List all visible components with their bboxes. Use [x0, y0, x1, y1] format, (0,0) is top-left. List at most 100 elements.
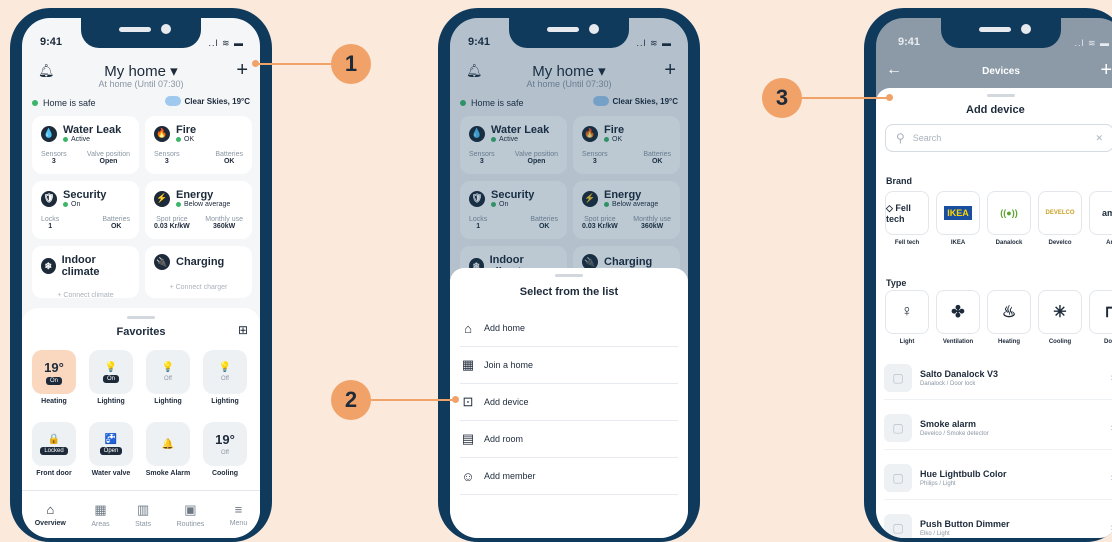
- menu-label: Add device: [484, 397, 529, 407]
- connect-link[interactable]: + Connect charger: [154, 284, 243, 291]
- brand-tile[interactable]: ((●)): [987, 191, 1031, 235]
- favorite-tile[interactable]: 💡 On: [89, 350, 133, 394]
- screen-overview: 9:41 ..l ≋ ▬ 🔔︎ My home ▾ At home (Until…: [22, 18, 260, 538]
- tile-value: 19°: [44, 359, 64, 375]
- card-status: OK: [176, 136, 196, 143]
- card-indoor-climate[interactable]: ❄ Indoor climate + Connect climate: [32, 246, 139, 299]
- menu-join-a-home[interactable]: ▦ Join a home: [460, 347, 678, 384]
- brand-label: IKEA: [950, 240, 966, 246]
- devices-plus-button[interactable]: +: [1100, 60, 1112, 80]
- device-name: Smoke alarm: [920, 418, 977, 429]
- brand-logo: ama: [1101, 208, 1112, 218]
- card-water-leak[interactable]: 💧 Water Leak Active Sensors 3 Valve position O…: [32, 116, 139, 174]
- tile-state: On: [102, 374, 119, 383]
- card-title: 🛡 Security On: [41, 189, 130, 208]
- search-input[interactable]: ⚲ Search ✕: [885, 124, 1112, 152]
- favorite-tile[interactable]: 🔒 Locked: [32, 422, 76, 466]
- favorite-tile[interactable]: 🚰 Open: [89, 422, 133, 466]
- menu-add-member[interactable]: ☺ Add member: [460, 458, 678, 495]
- type-tile[interactable]: ⊓: [1089, 290, 1112, 334]
- device-row[interactable]: ▢Smoke alarmDevelco / Smoke detector›: [884, 406, 1112, 450]
- favorite-tile[interactable]: 💡 Off: [203, 350, 247, 394]
- clear-icon: ✕: [1095, 132, 1103, 143]
- brand-label: Danalock: [995, 240, 1023, 246]
- menu-label: Add room: [484, 434, 524, 444]
- nav-label: Menu: [229, 520, 248, 527]
- screen-select-list: 9:41 ..l ≋ ▬ 🔔︎ My home ▾ At home (Until…: [450, 18, 688, 538]
- card-icon: 🛡: [41, 190, 57, 207]
- favorite-tile[interactable]: 19° On: [32, 350, 76, 394]
- type-icon: ✳: [1053, 304, 1067, 321]
- device-row[interactable]: ▢Push Button DimmerElko / Light›: [884, 506, 1112, 538]
- nav-menu[interactable]: ≡ Menu: [230, 502, 248, 527]
- card-title: 💧 Water Leak Active: [41, 124, 130, 143]
- type-tile[interactable]: ✳: [1038, 290, 1082, 334]
- nav-areas[interactable]: ▦ Areas: [91, 502, 109, 528]
- favorite-tile[interactable]: 🔔: [146, 422, 190, 466]
- card-energy[interactable]: ⚡ Energy Below average Spot price 0.03 Kr/kW…: [145, 181, 252, 239]
- tile-state: Locked: [40, 446, 68, 455]
- tile-value: 19°: [215, 431, 235, 447]
- menu-add-room[interactable]: ▤ Add room: [460, 421, 678, 458]
- cloud-icon: [164, 96, 181, 106]
- step-badge-1: 1: [331, 44, 371, 84]
- card-fire[interactable]: 🔥 Fire OK Sensors 3 Batteries OK: [145, 116, 252, 174]
- type-tile[interactable]: ♨: [987, 290, 1031, 334]
- callout-dot-3: [886, 94, 893, 101]
- menu-add-device[interactable]: ⊡ Add device: [460, 384, 678, 421]
- phone-1: 9:41 ..l ≋ ▬ 🔔︎ My home ▾ At home (Until…: [10, 8, 272, 542]
- menu-icon: ⊡: [462, 394, 474, 409]
- status-time: 9:41: [40, 36, 63, 48]
- favorite-tile[interactable]: 💡 Off: [146, 350, 190, 394]
- stat-value: Open: [99, 158, 118, 165]
- tile-icon: 🔒: [47, 433, 61, 445]
- menu-label: Add member: [484, 471, 536, 481]
- card-title: 🔥 Fire OK: [154, 124, 243, 143]
- add-plus-button[interactable]: +: [236, 60, 248, 80]
- nav-overview[interactable]: ⌂ Overview: [35, 502, 66, 527]
- tile-icon: 💡: [104, 361, 118, 373]
- brand-logo: ◇ Fell tech: [886, 202, 911, 224]
- type-label: Door: [1104, 339, 1112, 345]
- type-tile[interactable]: ✤: [936, 290, 980, 334]
- card-security[interactable]: 🛡 Security On Locks 1 Batteries OK: [32, 181, 139, 239]
- tile-label: Front door: [36, 470, 72, 477]
- device-row[interactable]: ▢Hue Lightbulb ColorPhilips / Light›: [884, 456, 1112, 500]
- device-subtitle: Danalock / Door lock: [920, 380, 976, 387]
- stat-label: Monthly use: [205, 216, 243, 223]
- brand-label: Develco: [1048, 240, 1072, 246]
- menu-add-home[interactable]: ⌂ Add home: [460, 310, 678, 347]
- sheet-title: Select from the list: [519, 286, 619, 298]
- brand-tile[interactable]: IKEA: [936, 191, 980, 235]
- card-title-text: Security: [63, 189, 107, 201]
- nav-routines[interactable]: ▣ Routines: [177, 502, 205, 528]
- menu-icon: ▤: [461, 431, 475, 446]
- stat-value: 3: [51, 158, 56, 165]
- card-icon: 💧: [41, 125, 57, 142]
- search-icon: ⚲: [896, 131, 905, 145]
- card-charging[interactable]: 🔌 Charging + Connect charger: [145, 246, 252, 298]
- card-stats: Sensors 3 Batteries OK: [154, 151, 243, 165]
- stat-value: OK: [110, 223, 122, 230]
- favorite-tile[interactable]: 19° Off: [203, 422, 247, 466]
- select-sheet: Select from the list ⌂ Add home ▦ Join a ho…: [450, 268, 688, 538]
- bottom-nav: ⌂ Overview ▦ Areas ▥ Stats ▣ Routines ≡ Menu: [22, 490, 260, 538]
- device-row[interactable]: ▢Salto Danalock V3Danalock / Door lock›: [884, 356, 1112, 400]
- tile-state: Off: [221, 449, 229, 456]
- card-title-text: Fire: [176, 124, 197, 136]
- home-title[interactable]: My home ▾: [22, 62, 260, 80]
- favorites-edit-icon[interactable]: ⊞: [238, 324, 248, 336]
- card-title-text: Energy: [176, 189, 214, 201]
- menu-label: Add home: [484, 323, 526, 333]
- brand-tile[interactable]: ◇ Fell tech: [885, 191, 929, 235]
- search-placeholder: Search: [912, 133, 942, 143]
- brand-tile[interactable]: ama: [1089, 191, 1112, 235]
- type-tile[interactable]: ♀: [885, 290, 929, 334]
- brand-logo: IKEA: [944, 206, 972, 220]
- tile-state: Off: [221, 375, 229, 382]
- menu-icon: ⌂: [464, 320, 472, 336]
- callout-line-2: [371, 399, 455, 401]
- connect-link[interactable]: + Connect climate: [41, 292, 130, 299]
- brand-tile[interactable]: DEVELCO: [1038, 191, 1082, 235]
- nav-stats[interactable]: ▥ Stats: [135, 502, 151, 528]
